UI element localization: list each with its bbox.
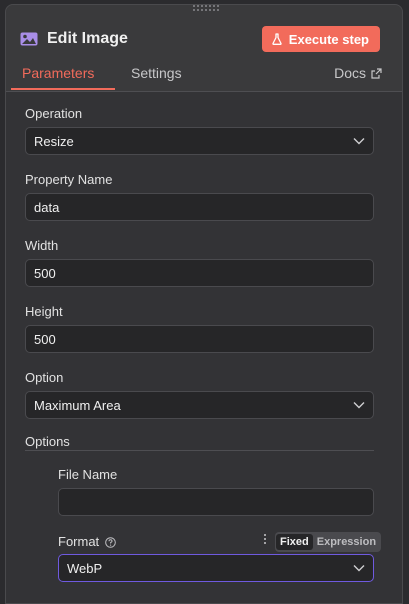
width-input[interactable]: 500 xyxy=(25,259,374,287)
active-tab-indicator xyxy=(11,88,115,90)
file-name-input[interactable] xyxy=(58,488,374,516)
format-label-text: Format xyxy=(58,534,100,549)
format-label: Format xyxy=(58,534,116,549)
execute-step-label: Execute step xyxy=(288,31,369,47)
drag-handle[interactable] xyxy=(192,5,220,11)
width-label: Width xyxy=(25,238,59,253)
property-name-value: data xyxy=(34,199,60,215)
node-title: Edit Image xyxy=(47,30,128,47)
expression-option[interactable]: Expression xyxy=(313,534,380,550)
image-icon xyxy=(20,32,38,46)
property-name-label: Property Name xyxy=(25,172,113,187)
docs-link[interactable]: Docs xyxy=(334,65,382,81)
option-label: Option xyxy=(25,370,64,385)
panel-header: Edit Image Execute step xyxy=(20,25,380,53)
height-label: Height xyxy=(25,304,63,319)
options-label: Options xyxy=(25,434,70,449)
parameters-content: Operation Resize Property Name data Widt… xyxy=(6,92,402,603)
external-link-icon xyxy=(371,67,382,79)
options-divider xyxy=(25,450,374,451)
chevron-down-icon xyxy=(353,564,365,572)
tab-parameters[interactable]: Parameters xyxy=(22,65,94,81)
file-name-label: File Name xyxy=(58,467,118,482)
fixed-option[interactable]: Fixed xyxy=(276,534,313,550)
flask-icon xyxy=(272,33,282,45)
option-value: Maximum Area xyxy=(34,397,121,413)
width-value: 500 xyxy=(34,265,56,281)
format-value: WebP xyxy=(67,560,103,576)
height-value: 500 xyxy=(34,331,56,347)
operation-label: Operation xyxy=(25,106,83,121)
execute-step-button[interactable]: Execute step xyxy=(261,26,380,52)
operation-value: Resize xyxy=(34,133,74,149)
help-icon[interactable] xyxy=(105,537,116,548)
chevron-down-icon xyxy=(353,137,365,145)
option-select[interactable]: Maximum Area xyxy=(25,391,374,419)
more-options-icon[interactable] xyxy=(264,534,266,544)
docs-label: Docs xyxy=(334,65,366,81)
operation-select[interactable]: Resize xyxy=(25,127,374,155)
chevron-down-icon xyxy=(353,401,365,409)
property-name-input[interactable]: data xyxy=(25,193,374,221)
format-select[interactable]: WebP xyxy=(58,554,374,582)
height-input[interactable]: 500 xyxy=(25,325,374,353)
node-details-panel: Edit Image Execute step Parameters Setti… xyxy=(5,4,403,604)
tab-bar: Parameters Settings Docs xyxy=(6,63,402,92)
tab-settings[interactable]: Settings xyxy=(131,65,182,81)
fixed-expression-toggle: Fixed Expression xyxy=(275,532,382,552)
